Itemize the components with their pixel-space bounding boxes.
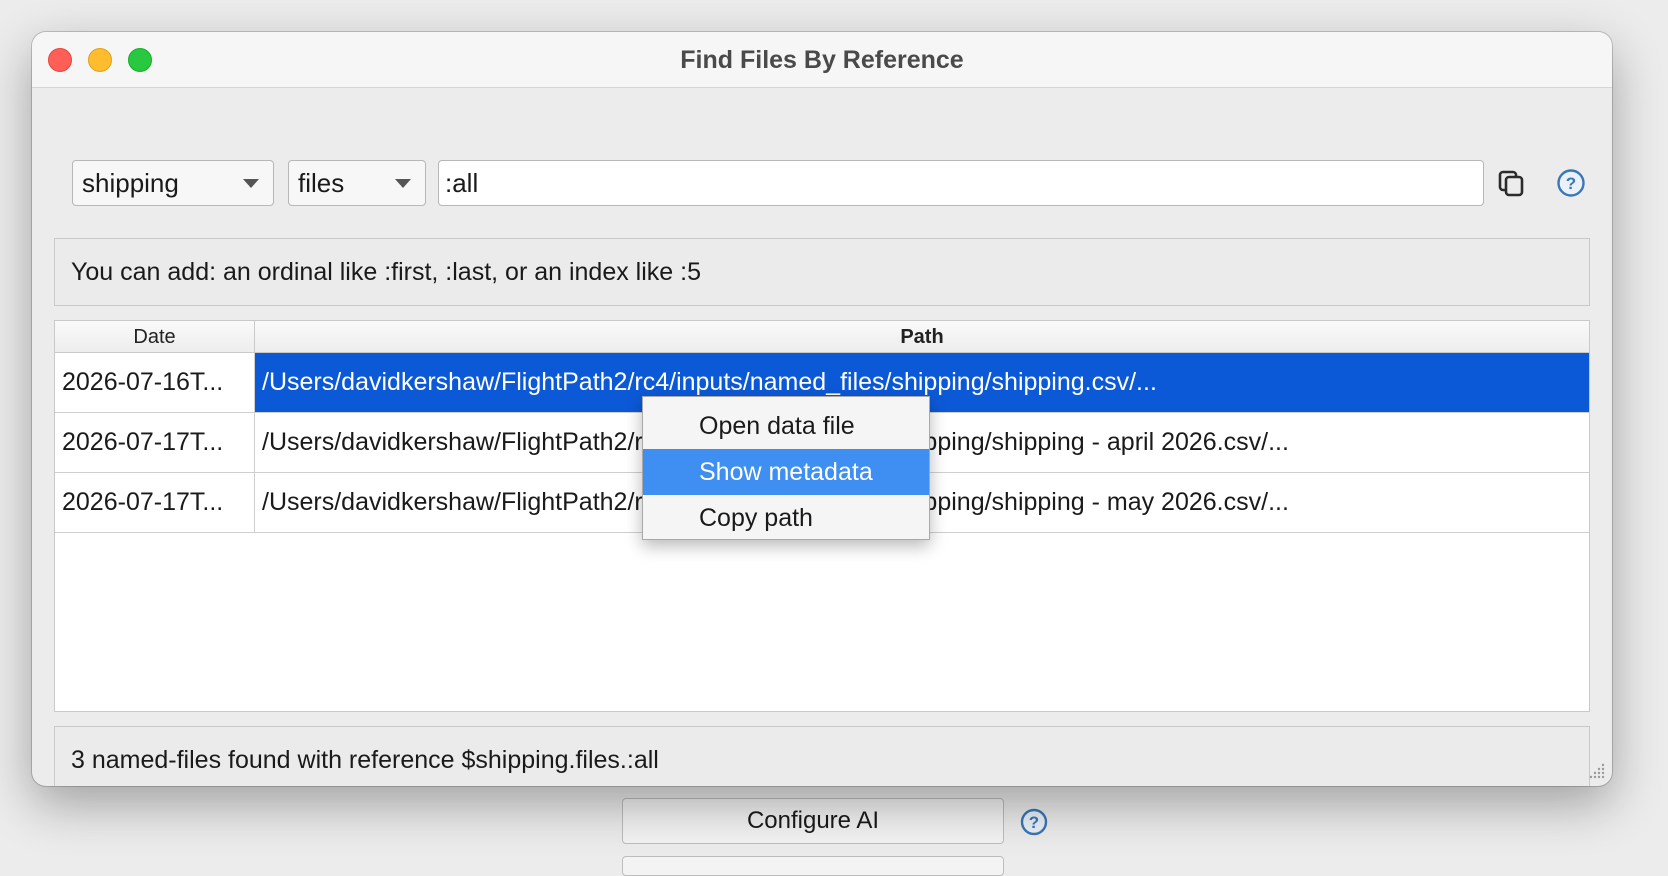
configure-ai-label: Configure AI bbox=[746, 807, 880, 834]
date-cell: 2026-07-17T... bbox=[55, 413, 255, 472]
column-header-date[interactable]: Date bbox=[55, 321, 255, 352]
title-bar: Find Files By Reference bbox=[32, 32, 1612, 88]
hint-panel: You can add: an ordinal like :first, :la… bbox=[54, 238, 1590, 306]
secondary-button[interactable] bbox=[622, 856, 1004, 876]
svg-text:?: ? bbox=[1029, 813, 1039, 832]
column-header-path[interactable]: Path bbox=[255, 321, 1589, 352]
hint-text: You can add: an ordinal like :first, :la… bbox=[71, 258, 701, 286]
owner-select-value: shipping bbox=[82, 168, 179, 198]
svg-text:?: ? bbox=[1566, 174, 1576, 193]
find-files-window: Find Files By Reference shipping files ?… bbox=[32, 32, 1612, 786]
menu-item-copy-path[interactable]: Copy path bbox=[643, 495, 929, 541]
status-text: 3 named-files found with reference $ship… bbox=[71, 746, 659, 774]
reference-input[interactable] bbox=[438, 160, 1484, 206]
help-icon[interactable]: ? bbox=[1554, 166, 1588, 200]
configure-ai-button[interactable]: Configure AI bbox=[622, 798, 1004, 844]
chevron-down-icon bbox=[395, 179, 411, 188]
context-menu: Open data file Show metadata Copy path bbox=[642, 396, 930, 540]
date-cell: 2026-07-16T... bbox=[55, 353, 255, 412]
copy-icon[interactable] bbox=[1494, 166, 1528, 200]
status-panel: 3 named-files found with reference $ship… bbox=[54, 726, 1590, 786]
type-select[interactable]: files bbox=[288, 160, 426, 206]
date-cell: 2026-07-17T... bbox=[55, 473, 255, 532]
menu-item-show-metadata[interactable]: Show metadata bbox=[643, 449, 929, 495]
type-select-value: files bbox=[298, 168, 345, 198]
resize-grip-icon[interactable] bbox=[1588, 762, 1606, 780]
owner-select[interactable]: shipping bbox=[72, 160, 274, 206]
table-header: Date Path bbox=[55, 321, 1589, 353]
menu-item-open-data-file[interactable]: Open data file bbox=[643, 403, 929, 449]
window-title: Find Files By Reference bbox=[680, 46, 964, 74]
help-icon[interactable]: ? bbox=[1020, 808, 1048, 836]
chevron-down-icon bbox=[243, 179, 259, 188]
